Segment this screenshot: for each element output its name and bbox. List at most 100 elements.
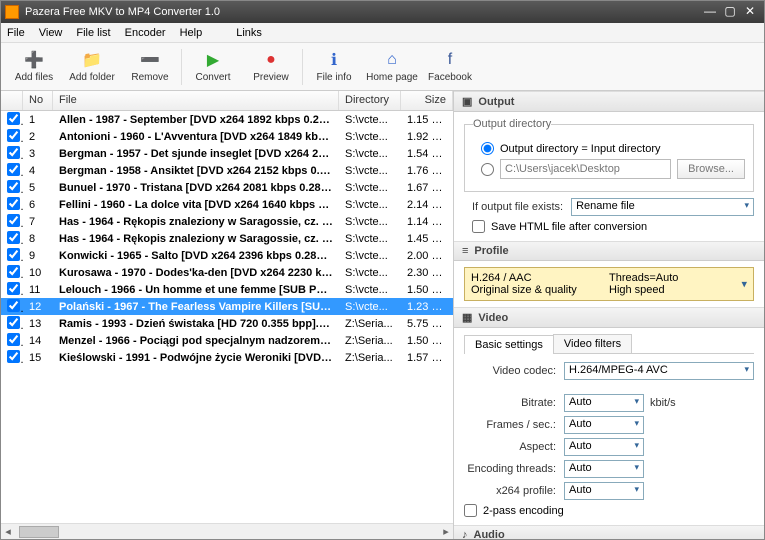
bitrate-select[interactable]: Auto [564,394,644,412]
add-files-button[interactable]: ➕Add files [5,44,63,90]
row-checkbox[interactable] [7,333,20,346]
row-checkbox[interactable] [7,146,20,159]
row-size: 1.57 GB [401,352,453,364]
row-directory: S:\vcte... [339,233,401,245]
row-directory: S:\vcte... [339,267,401,279]
row-checkbox[interactable] [7,197,20,210]
aspect-select[interactable]: Auto [564,438,644,456]
row-checkbox[interactable] [7,163,20,176]
menu-help[interactable]: Help [180,27,203,39]
table-row[interactable]: 15Kieślowski - 1991 - Podwójne życie Wer… [1,349,453,366]
outdir-same-radio[interactable] [481,142,494,155]
row-size: 1.23 GB [401,301,453,313]
table-row[interactable]: 8Has - 1964 - Rękopis znaleziony w Sarag… [1,230,453,247]
table-row[interactable]: 5Bunuel - 1970 - Tristana [DVD x264 2081… [1,179,453,196]
bitrate-label: Bitrate: [464,397,564,409]
remove-button[interactable]: ➖Remove [121,44,179,90]
menu-encoder[interactable]: Encoder [125,27,166,39]
outdir-path-input[interactable] [500,159,671,179]
table-row[interactable]: 14Menzel - 1966 - Pociągi pod specjalnym… [1,332,453,349]
menu-links[interactable]: Links [236,27,262,39]
menu-file-list[interactable]: File list [76,27,110,39]
file-info-button[interactable]: ℹFile info [305,44,363,90]
close-button[interactable]: ✕ [740,4,760,20]
row-size: 1.67 GB [401,182,453,194]
row-filename: Kieślowski - 1991 - Podwójne życie Weron… [53,352,339,364]
horizontal-scrollbar[interactable]: ◂ ▸ [1,523,453,539]
preview-button[interactable]: ●Preview [242,44,300,90]
convert-button[interactable]: ▶Convert [184,44,242,90]
row-size: 1.54 GB [401,148,453,160]
row-filename: Bergman - 1958 - Ansiktet [DVD x264 2152… [53,165,339,177]
list-icon: ≡ [462,245,468,257]
row-checkbox[interactable] [7,112,20,125]
menu-file[interactable]: File [7,27,25,39]
scroll-right-icon[interactable]: ▸ [439,525,453,538]
row-checkbox[interactable] [7,350,20,363]
col-file[interactable]: File [53,91,339,110]
table-row[interactable]: 12Polański - 1967 - The Fearless Vampire… [1,298,453,315]
audio-header[interactable]: ♪Audio [454,525,764,539]
table-row[interactable]: 11Lelouch - 1966 - Un homme et une femme… [1,281,453,298]
menu-view[interactable]: View [39,27,63,39]
row-directory: S:\vcte... [339,284,401,296]
table-row[interactable]: 13Ramis - 1993 - Dzień świstaka [HD 720 … [1,315,453,332]
facebook-button[interactable]: fFacebook [421,44,479,90]
row-checkbox[interactable] [7,316,20,329]
row-checkbox[interactable] [7,231,20,244]
row-filename: Has - 1964 - Rękopis znaleziony w Sarago… [53,216,339,228]
add-folder-button[interactable]: 📁Add folder [63,44,121,90]
row-filename: Lelouch - 1966 - Un homme et une femme [… [53,284,339,296]
twopass-checkbox[interactable] [464,504,477,517]
row-size: 1.92 GB [401,131,453,143]
table-row[interactable]: 7Has - 1964 - Rękopis znaleziony w Sarag… [1,213,453,230]
maximize-button[interactable]: ▢ [720,4,740,20]
row-filename: Kurosawa - 1970 - Dodes'ka-den [DVD x264… [53,267,339,279]
threads-select[interactable]: Auto [564,460,644,478]
col-check[interactable] [1,91,23,110]
profile-header[interactable]: ≡Profile [454,241,764,261]
output-header[interactable]: ▣Output [454,91,764,112]
tab-video-filters[interactable]: Video filters [553,334,632,353]
table-row[interactable]: 3Bergman - 1957 - Det sjunde inseglet [D… [1,145,453,162]
video-codec-select[interactable]: H.264/MPEG-4 AVC [564,362,754,380]
row-checkbox[interactable] [7,129,20,142]
row-no: 4 [23,165,53,177]
add-folder-icon: 📁 [82,50,102,70]
minimize-button[interactable]: — [700,4,720,20]
col-no[interactable]: No [23,91,53,110]
if-exists-select[interactable]: Rename file [571,198,754,216]
save-html-checkbox[interactable] [472,220,485,233]
x264-select[interactable]: Auto [564,482,644,500]
row-checkbox[interactable] [7,180,20,193]
col-size[interactable]: Size [401,91,453,110]
row-size: 1.50 GB [401,284,453,296]
table-row[interactable]: 9Konwicki - 1965 - Salto [DVD x264 2396 … [1,247,453,264]
table-row[interactable]: 6Fellini - 1960 - La dolce vita [DVD x26… [1,196,453,213]
row-checkbox[interactable] [7,299,20,312]
row-directory: Z:\Seria... [339,318,401,330]
row-checkbox[interactable] [7,248,20,261]
video-header[interactable]: ▦Video [454,307,764,328]
fps-select[interactable]: Auto [564,416,644,434]
outdir-custom-radio[interactable] [481,163,494,176]
row-no: 12 [23,301,53,313]
table-row[interactable]: 2Antonioni - 1960 - L'Avventura [DVD x26… [1,128,453,145]
browse-button[interactable]: Browse... [677,159,745,179]
col-directory[interactable]: Directory [339,91,401,110]
row-checkbox[interactable] [7,282,20,295]
scroll-thumb[interactable] [19,526,59,538]
table-row[interactable]: 4Bergman - 1958 - Ansiktet [DVD x264 215… [1,162,453,179]
profile-select[interactable]: H.264 / AACOriginal size & quality Threa… [464,267,754,301]
tab-basic-settings[interactable]: Basic settings [464,335,554,354]
scroll-left-icon[interactable]: ◂ [1,525,15,538]
table-row[interactable]: 10Kurosawa - 1970 - Dodes'ka-den [DVD x2… [1,264,453,281]
add-files-icon: ➕ [24,50,44,70]
row-checkbox[interactable] [7,214,20,227]
row-size: 1.15 GB [401,114,453,126]
facebook-icon: f [440,50,460,70]
home-page-button[interactable]: ⌂Home page [363,44,421,90]
row-filename: Bunuel - 1970 - Tristana [DVD x264 2081 … [53,182,339,194]
row-checkbox[interactable] [7,265,20,278]
table-row[interactable]: 1Allen - 1987 - September [DVD x264 1892… [1,111,453,128]
